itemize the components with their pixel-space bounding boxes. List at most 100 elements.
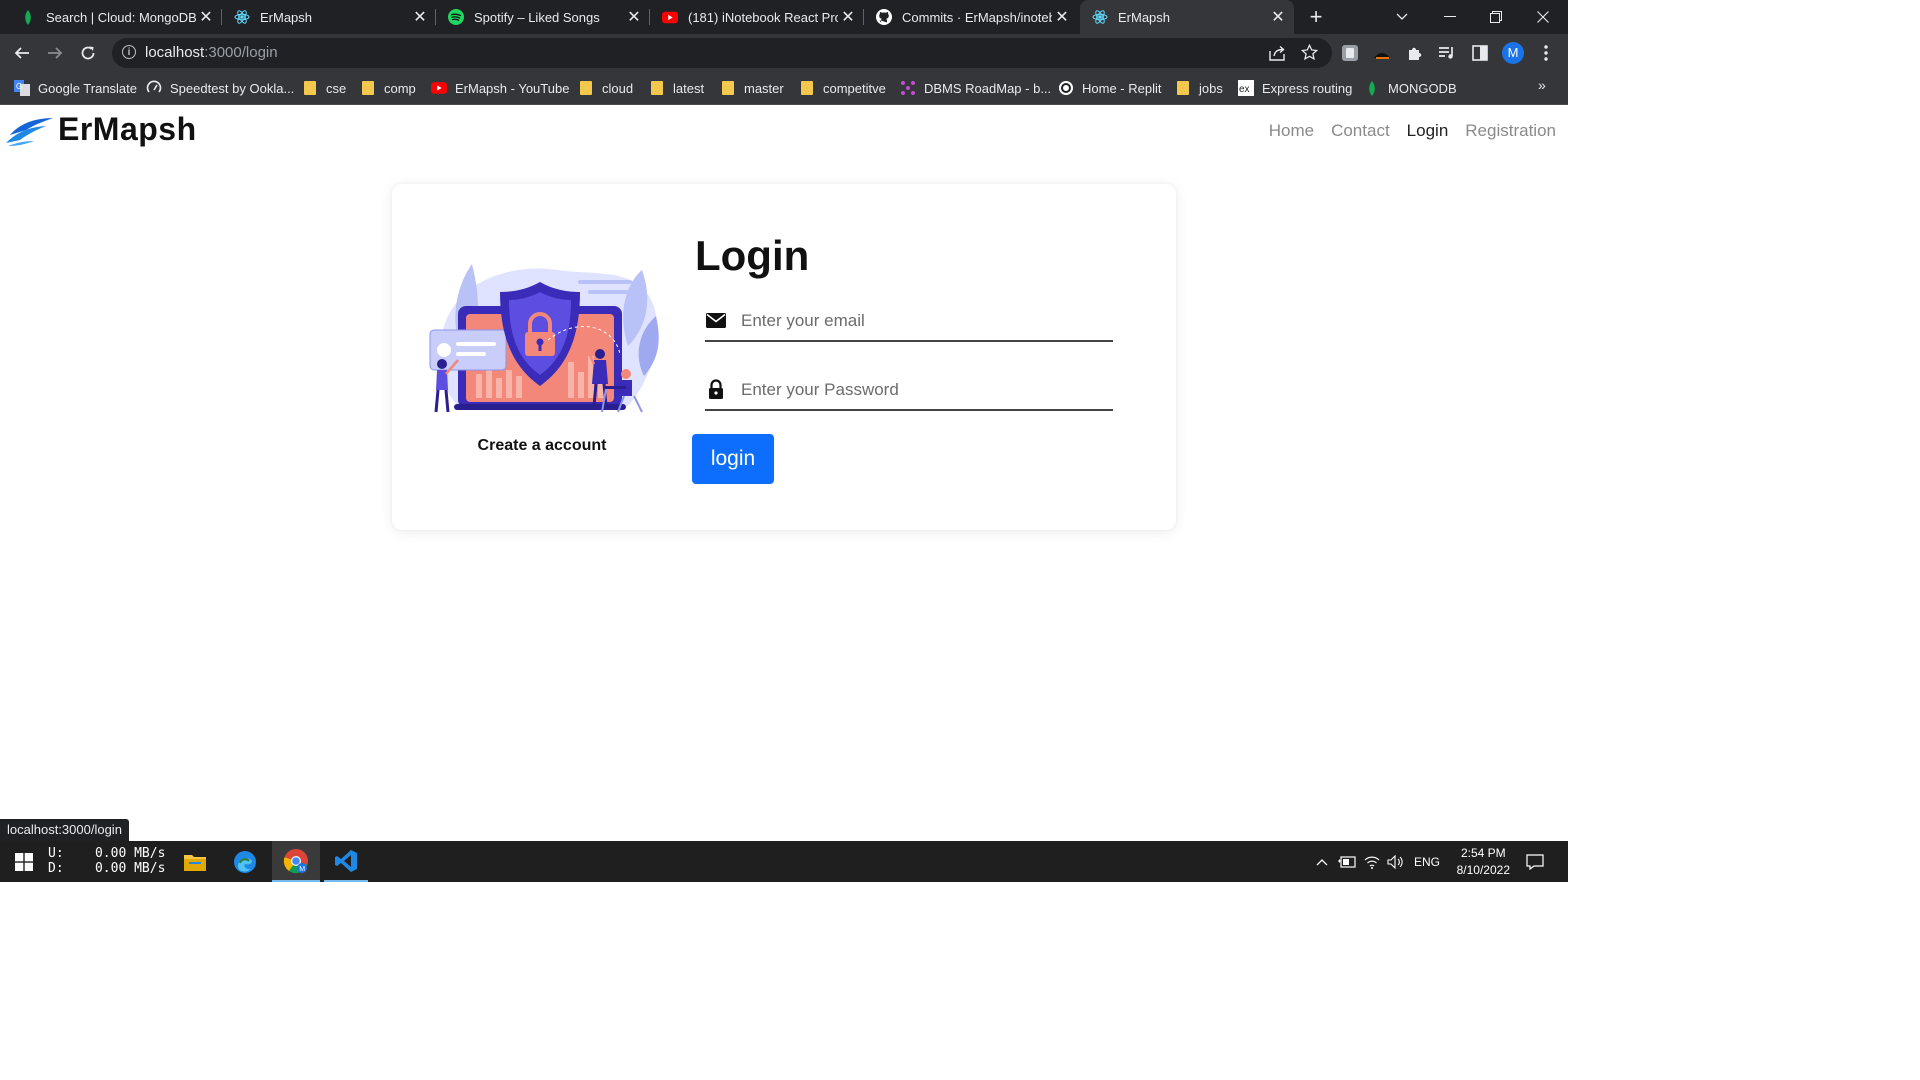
nav-link-registration[interactable]: Registration [1465,121,1556,141]
login-heading: Login [695,232,810,279]
bookmark-item[interactable]: ErMapsh - YouTube [431,78,569,98]
wifi-icon[interactable] [1362,841,1382,882]
windows-start-icon[interactable] [6,841,42,882]
bookmark-label: latest [673,80,705,96]
close-tab-icon[interactable]: ✕ [838,7,858,27]
bookmark-folder[interactable]: comp [360,78,416,98]
vscode-icon[interactable] [324,841,368,882]
tab-title: ErMapsh [1118,9,1171,25]
bookmark-label: cloud [602,80,634,96]
volume-icon[interactable] [1386,841,1406,882]
bookmark-folder[interactable]: latest [649,78,704,98]
edge-browser-icon[interactable] [222,841,268,882]
tab-title: Spotify – Liked Songs [474,9,600,25]
tray-chevron-up-icon[interactable] [1313,841,1331,882]
bookmark-folder[interactable]: cse [302,78,346,98]
browser-tab-active[interactable]: ErMapsh ✕ [1080,0,1294,34]
bookmark-item[interactable]: ex Express routing [1238,78,1352,98]
folder-icon [720,80,736,96]
side-panel-icon[interactable] [1470,43,1490,63]
envelope-icon [706,313,726,328]
download-speed: D: 0.00 MB/s [48,861,166,876]
nav-link-home[interactable]: Home [1269,121,1314,141]
minimize-icon[interactable] [1444,0,1456,34]
password-input[interactable] [739,371,1113,409]
speedtest-icon [146,80,162,96]
youtube-icon [431,80,447,96]
browser-tab[interactable]: Commits · ErMapsh/inotebo ✕ [864,0,1078,34]
media-queue-icon[interactable] [1437,43,1457,63]
password-field [705,371,1113,411]
brand-logo[interactable]: ErMapsh [6,111,197,148]
bookmark-folder[interactable]: jobs [1175,78,1223,98]
site-info-icon[interactable]: i [122,45,136,59]
mongodb-leaf-icon [20,9,36,25]
bookmark-item[interactable]: DBMS RoadMap - b... [900,78,1051,98]
tab-title: (181) iNotebook React Proj [688,9,838,25]
chrome-taskbar-icon[interactable]: M [272,841,320,882]
bookmark-item[interactable]: Speedtest by Ookla... [146,78,294,98]
tab-title: Commits · ErMapsh/inotebo [902,9,1052,25]
file-explorer-icon[interactable] [172,841,218,882]
nav-links: Home Contact Login Registration [1252,121,1556,141]
close-tab-icon[interactable]: ✕ [196,7,216,27]
address-bar[interactable]: i localhost:3000/login [112,38,1332,68]
browser-tab[interactable]: (181) iNotebook React Proj ✕ [650,0,864,34]
upload-speed: U: 0.00 MB/s [48,846,166,861]
extension-puzzle-gray-icon[interactable] [1340,43,1360,63]
new-tab-plus-icon[interactable]: + [1305,4,1327,30]
notification-center-icon[interactable] [1522,841,1548,882]
kebab-menu-icon[interactable] [1536,43,1556,63]
mongodb-leaf-icon [1364,80,1380,96]
profile-avatar[interactable]: M [1502,42,1524,64]
bookmark-label: master [744,80,784,96]
email-input[interactable] [739,302,1113,340]
bookmark-label: competitve [823,80,886,96]
battery-icon[interactable] [1337,841,1357,882]
email-field [705,302,1113,342]
bookmark-item[interactable]: MONGODB [1364,78,1457,98]
address-url[interactable]: localhost:3000/login [145,44,278,61]
extensions-puzzle-icon[interactable] [1405,43,1425,63]
bookmark-item[interactable]: G Google Translate [14,78,137,98]
bookmarks-overflow-chevron[interactable]: » [1538,77,1546,93]
create-account-link[interactable]: Create a account [392,437,692,455]
bookmark-star-icon[interactable] [1300,43,1319,66]
close-tab-icon[interactable]: ✕ [1052,7,1072,27]
link-status-bubble: localhost:3000/login [0,819,129,841]
express-icon: ex [1238,80,1254,96]
input-language-indicator[interactable]: ENG [1412,841,1442,882]
restore-icon[interactable] [1490,0,1502,34]
bookmark-label: jobs [1199,80,1223,96]
browser-tab[interactable]: ErMapsh ✕ [222,0,436,34]
tab-title: Search | Cloud: MongoDB C [46,9,196,25]
folder-icon [360,80,376,96]
windows-taskbar: U: 0.00 MB/s D: 0.00 MB/s M ENG 2:54 PM … [0,841,1568,882]
close-tab-icon[interactable]: ✕ [1268,7,1288,27]
extension-hat-icon[interactable] [1372,43,1392,63]
browser-tab-strip: Search | Cloud: MongoDB C ✕ ErMapsh ✕ Sp… [0,0,1568,34]
bookmark-folder[interactable]: cloud [578,78,633,98]
nav-link-contact[interactable]: Contact [1331,121,1390,141]
back-arrow-icon[interactable] [12,43,32,63]
bookmark-label: comp [384,80,416,96]
tab-search-chevron-icon[interactable] [1396,0,1408,34]
bookmark-folder[interactable]: master [720,78,784,98]
share-icon[interactable] [1269,45,1286,66]
react-icon [234,9,250,25]
system-clock[interactable]: 2:54 PM 8/10/2022 [1457,845,1510,879]
login-card: Create a account Login login [392,184,1176,530]
browser-tab[interactable]: Search | Cloud: MongoDB C ✕ [8,0,222,34]
close-tab-icon[interactable]: ✕ [410,7,430,27]
browser-tab[interactable]: Spotify – Liked Songs ✕ [436,0,650,34]
close-tab-icon[interactable]: ✕ [624,7,644,27]
network-speed-meter: U: 0.00 MB/s D: 0.00 MB/s [48,846,165,876]
bookmark-folder[interactable]: competitve [799,78,886,98]
login-button[interactable]: login [692,434,774,484]
close-window-icon[interactable] [1537,0,1549,34]
forward-arrow-icon[interactable] [45,43,65,63]
bookmark-item[interactable]: Home - Replit [1058,78,1161,98]
nav-link-login[interactable]: Login [1407,121,1449,141]
reload-icon[interactable] [78,43,98,63]
react-icon [1092,9,1108,25]
